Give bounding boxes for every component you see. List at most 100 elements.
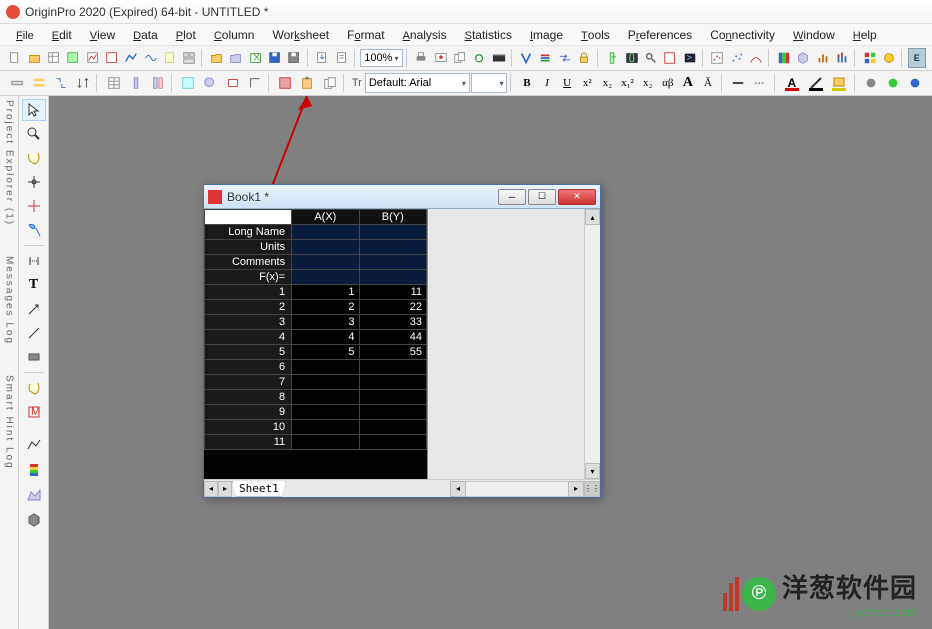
recalc-icon[interactable]: [517, 48, 535, 68]
slide-show-icon[interactable]: [431, 48, 449, 68]
draw-data-tool[interactable]: [22, 250, 46, 272]
line-dash-button[interactable]: [749, 73, 770, 93]
results-log-icon[interactable]: [661, 48, 679, 68]
sheet-tab[interactable]: Sheet1: [232, 481, 286, 497]
supersub-button[interactable]: x₁²: [618, 73, 637, 93]
new-workbook-icon[interactable]: [45, 48, 63, 68]
line-tool[interactable]: [22, 322, 46, 344]
scroll-down-icon[interactable]: ▾: [585, 463, 600, 479]
new-matrix-icon[interactable]: [103, 48, 121, 68]
menu-image[interactable]: Image: [522, 25, 571, 45]
line-style-button[interactable]: [727, 73, 748, 93]
code-icon[interactable]: {}: [622, 48, 640, 68]
new-layout-icon[interactable]: [180, 48, 198, 68]
sheet-nav-prev-icon[interactable]: ▸: [218, 481, 232, 497]
accentA-button[interactable]: Ǎ: [698, 73, 717, 93]
scroll-grip-icon[interactable]: ⋮⋮: [584, 481, 600, 497]
palette2-icon[interactable]: [883, 73, 904, 93]
zoom-tool[interactable]: [22, 123, 46, 145]
menu-edit[interactable]: Edit: [44, 25, 80, 45]
workbook-window[interactable]: Book1 * ─ ☐ ✕ A(X)B(Y)Long NameUnitsComm…: [203, 184, 601, 498]
new-project-icon[interactable]: [6, 48, 24, 68]
new-folder-icon[interactable]: [25, 48, 43, 68]
lock-icon[interactable]: [575, 48, 593, 68]
zoom-in-icon[interactable]: [200, 73, 221, 93]
row1-icon[interactable]: [6, 73, 27, 93]
subscript-button[interactable]: x₂: [598, 73, 617, 93]
menu-window[interactable]: Window: [785, 25, 843, 45]
color-scale-icon[interactable]: [22, 459, 46, 481]
transfer-icon[interactable]: [556, 48, 574, 68]
scroll-left-icon[interactable]: ◂: [450, 481, 466, 497]
menu-worksheet[interactable]: Worksheet: [264, 25, 337, 45]
find-icon[interactable]: [642, 48, 660, 68]
horizontal-scrollbar[interactable]: ◂ ▸ ⋮⋮: [450, 481, 600, 497]
underline-button[interactable]: U: [558, 73, 577, 93]
font-combo[interactable]: Default: Arial: [365, 73, 470, 93]
palette3-icon[interactable]: [905, 73, 926, 93]
new-excel-icon[interactable]: [64, 48, 82, 68]
menu-format[interactable]: Format: [339, 25, 392, 45]
arrow-tool[interactable]: [22, 298, 46, 320]
annotation-cursor-tool[interactable]: [22, 219, 46, 241]
menu-file[interactable]: File: [8, 25, 42, 45]
menu-connectivity[interactable]: Connectivity: [702, 25, 783, 45]
notes-icon[interactable]: [161, 48, 179, 68]
font-color-button[interactable]: A: [780, 73, 803, 93]
open-excel-icon[interactable]: X: [247, 48, 265, 68]
superscript-button[interactable]: x²: [578, 73, 597, 93]
font-size-combo[interactable]: [471, 73, 508, 93]
workbook-titlebar[interactable]: Book1 * ─ ☐ ✕: [204, 185, 600, 209]
mdi-workspace[interactable]: Book1 * ─ ☐ ✕ A(X)B(Y)Long NameUnitsComm…: [49, 96, 932, 629]
video-icon[interactable]: [489, 48, 507, 68]
add-col-icon[interactable]: +: [603, 48, 621, 68]
project-explorer-tab[interactable]: Project Explorer (1): [4, 100, 15, 226]
bigfont-button[interactable]: A: [678, 73, 697, 93]
batch-icon[interactable]: [537, 48, 555, 68]
messages-log-tab[interactable]: Messages Log: [4, 256, 15, 345]
zoom-combo[interactable]: 100%: [360, 49, 402, 67]
rescale-icon[interactable]: [244, 73, 265, 93]
digitize-icon[interactable]: [708, 48, 726, 68]
menu-plot[interactable]: Plot: [168, 25, 204, 45]
menu-tools[interactable]: Tools: [573, 25, 618, 45]
open-template-icon[interactable]: [227, 48, 245, 68]
subsuper-button[interactable]: x₂: [638, 73, 657, 93]
scroll-up-icon[interactable]: ▴: [585, 209, 600, 225]
learning-icon[interactable]: [880, 48, 898, 68]
row-stats-icon[interactable]: [28, 73, 49, 93]
import-single-icon[interactable]: [332, 48, 350, 68]
print-icon[interactable]: [412, 48, 430, 68]
save-icon[interactable]: [266, 48, 284, 68]
colormap-icon[interactable]: [775, 48, 793, 68]
mask-icon[interactable]: [178, 73, 199, 93]
reader-tool[interactable]: [22, 171, 46, 193]
stacked-bar-icon[interactable]: [833, 48, 851, 68]
sort-icon[interactable]: [72, 73, 93, 93]
fill-color-button[interactable]: [828, 73, 851, 93]
menu-analysis[interactable]: Analysis: [395, 25, 455, 45]
mask-range-tool[interactable]: M: [22, 401, 46, 423]
worksheet-empty-area[interactable]: [428, 209, 584, 479]
menu-view[interactable]: View: [82, 25, 123, 45]
area-plot-icon[interactable]: [22, 484, 46, 506]
pointer-tool[interactable]: [22, 99, 46, 121]
english-icon[interactable]: E: [908, 48, 926, 68]
line-plot-icon[interactable]: [22, 434, 46, 456]
mask2-icon[interactable]: [275, 73, 296, 93]
menu-column[interactable]: Column: [206, 25, 263, 45]
surface-icon[interactable]: [22, 509, 46, 531]
sheet-nav-first-icon[interactable]: ◂: [204, 481, 218, 497]
text-tool[interactable]: T: [22, 274, 46, 296]
new-graph-icon[interactable]: [83, 48, 101, 68]
greek-button[interactable]: αβ: [658, 73, 677, 93]
paste-icon[interactable]: [297, 73, 318, 93]
refresh-icon[interactable]: [470, 48, 488, 68]
save-template-icon[interactable]: [285, 48, 303, 68]
layer-icon[interactable]: [222, 73, 243, 93]
worksheet-grid[interactable]: A(X)B(Y)Long NameUnitsCommentsF(x)=11112…: [204, 209, 428, 479]
fitter-icon[interactable]: [747, 48, 765, 68]
smart-hint-tab[interactable]: Smart Hint Log: [4, 375, 15, 470]
menu-data[interactable]: Data: [125, 25, 166, 45]
import-wizard-icon[interactable]: [313, 48, 331, 68]
